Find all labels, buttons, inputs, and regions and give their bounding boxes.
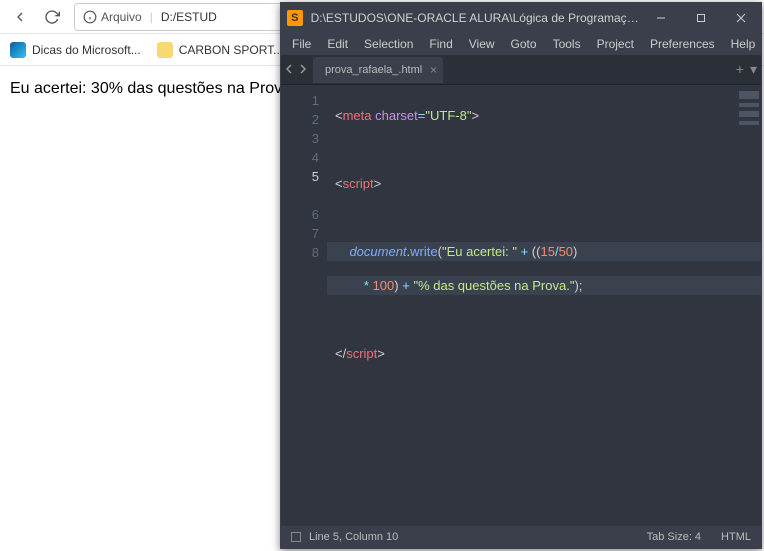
status-tab-size[interactable]: Tab Size: 4 xyxy=(647,531,701,543)
site-info-label: Arquivo xyxy=(101,10,142,24)
line-number: 7 xyxy=(281,224,319,243)
titlebar[interactable]: S D:\ESTUDOS\ONE-ORACLE ALURA\Lógica de … xyxy=(281,3,761,33)
tab-menu-icon[interactable]: ▾ xyxy=(750,61,757,78)
statusbar: Line 5, Column 10 Tab Size: 4 HTML xyxy=(281,526,761,548)
gutter: 1 2 3 4 5 6 7 8 xyxy=(281,85,327,526)
line-number: 8 xyxy=(281,243,319,262)
line-number: 5 xyxy=(281,167,319,186)
bookmark-item[interactable]: CARBON SPORT... xyxy=(157,42,283,58)
address-bar[interactable]: Arquivo | D:/ESTUD xyxy=(74,3,284,31)
window-controls xyxy=(641,3,761,33)
menu-file[interactable]: File xyxy=(285,35,318,53)
bookmark-item[interactable]: Dicas do Microsoft... xyxy=(10,42,141,58)
editor-area[interactable]: 1 2 3 4 5 6 7 8 <meta charset="UTF-8"> <… xyxy=(281,85,761,526)
line-number: 3 xyxy=(281,129,319,148)
minimap[interactable] xyxy=(739,91,759,131)
menu-preferences[interactable]: Preferences xyxy=(643,35,722,53)
file-tab[interactable]: prova_rafaela_.html × xyxy=(313,57,443,83)
menu-selection[interactable]: Selection xyxy=(357,35,420,53)
menu-help[interactable]: Help xyxy=(724,35,763,53)
menu-tools[interactable]: Tools xyxy=(546,35,588,53)
line-number: 4 xyxy=(281,148,319,167)
menu-edit[interactable]: Edit xyxy=(320,35,355,53)
folder-icon xyxy=(157,42,173,58)
bookmark-label: Dicas do Microsoft... xyxy=(32,43,141,57)
status-cursor[interactable]: Line 5, Column 10 xyxy=(309,531,398,543)
maximize-button[interactable] xyxy=(681,3,721,33)
menu-view[interactable]: View xyxy=(462,35,502,53)
new-tab-icon[interactable]: + xyxy=(736,61,744,78)
menu-project[interactable]: Project xyxy=(590,35,641,53)
line-number: 6 xyxy=(281,205,319,224)
menu-find[interactable]: Find xyxy=(422,35,459,53)
sublime-window: S D:\ESTUDOS\ONE-ORACLE ALURA\Lógica de … xyxy=(280,2,762,549)
page-text: Eu acertei: 30% das questões na Prova. xyxy=(10,80,296,97)
tab-row: prova_rafaela_.html × + ▾ xyxy=(281,55,761,85)
refresh-button[interactable] xyxy=(38,3,66,31)
tab-nav xyxy=(285,63,307,77)
window-title: D:\ESTUDOS\ONE-ORACLE ALURA\Lógica de Pr… xyxy=(311,11,641,25)
minimize-button[interactable] xyxy=(641,3,681,33)
sublime-app-icon: S xyxy=(287,10,303,26)
address-path: D:/ESTUD xyxy=(161,10,217,24)
line-number: 1 xyxy=(281,91,319,110)
tab-next-icon[interactable] xyxy=(297,63,307,77)
tab-label: prova_rafaela_.html xyxy=(325,64,422,76)
tab-close-icon[interactable]: × xyxy=(430,63,437,77)
site-info-icon[interactable]: Arquivo xyxy=(83,10,142,24)
status-panel-icon[interactable] xyxy=(291,532,301,542)
code-content[interactable]: <meta charset="UTF-8"> <script> document… xyxy=(327,85,761,526)
status-syntax[interactable]: HTML xyxy=(721,531,751,543)
edge-icon xyxy=(10,42,26,58)
line-number: 2 xyxy=(281,110,319,129)
back-button[interactable] xyxy=(6,3,34,31)
tab-prev-icon[interactable] xyxy=(285,63,295,77)
menu-goto[interactable]: Goto xyxy=(504,35,544,53)
menubar: File Edit Selection Find View Goto Tools… xyxy=(281,33,761,55)
bookmark-label: CARBON SPORT... xyxy=(179,43,283,57)
close-button[interactable] xyxy=(721,3,761,33)
